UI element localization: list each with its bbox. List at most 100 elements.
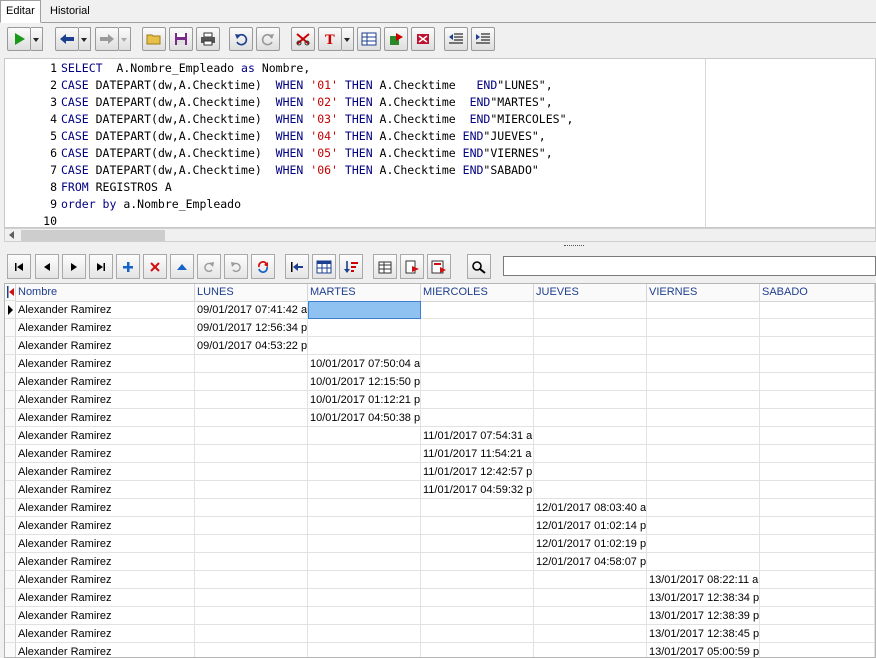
table-cell[interactable] [421, 517, 534, 535]
table-cell[interactable] [308, 571, 421, 589]
row-indicator[interactable] [5, 589, 16, 607]
table-cell[interactable]: Alexander Ramirez [16, 607, 195, 625]
table-cell[interactable] [760, 607, 875, 625]
table-cell[interactable] [421, 571, 534, 589]
run-button[interactable] [7, 27, 31, 51]
table-cell[interactable] [421, 589, 534, 607]
table-cell[interactable] [195, 499, 308, 517]
code-line[interactable]: order by a.Nombre_Empleado [61, 196, 241, 213]
scroll-left-icon[interactable] [9, 231, 14, 239]
code-line[interactable]: CASE DATEPART(dw,A.Checktime) WHEN '05' … [61, 145, 553, 162]
table-cell[interactable]: Alexander Ramirez [16, 301, 195, 319]
table-cell[interactable]: 11/01/2017 04:59:32 p [421, 481, 534, 499]
table-cell[interactable] [195, 463, 308, 481]
table-cell[interactable] [534, 391, 647, 409]
row-indicator[interactable] [5, 301, 16, 319]
row-indicator[interactable] [5, 553, 16, 571]
table-cell[interactable] [534, 625, 647, 643]
table-cell[interactable] [308, 589, 421, 607]
table-cell[interactable] [308, 517, 421, 535]
table-cell[interactable] [760, 625, 875, 643]
table-row[interactable]: Alexander Ramirez 12/01/2017 01:02:14 p [5, 517, 875, 535]
table-cell[interactable]: Alexander Ramirez [16, 517, 195, 535]
table-cell[interactable] [308, 427, 421, 445]
table-cell[interactable] [308, 625, 421, 643]
table-cell[interactable] [195, 427, 308, 445]
table-cell[interactable] [760, 427, 875, 445]
table-cell[interactable] [308, 607, 421, 625]
forward-button[interactable] [95, 27, 119, 51]
table-cell[interactable] [195, 535, 308, 553]
table-cell[interactable] [195, 391, 308, 409]
table-cell[interactable] [534, 463, 647, 481]
table-row[interactable]: Alexander Ramirez 13/01/2017 12:38:45 p [5, 625, 875, 643]
code-line[interactable]: CASE DATEPART(dw,A.Checktime) WHEN '01' … [61, 77, 553, 94]
sql-editor[interactable]: 1 2 3 4 5 6 7 8 9 10 SELECT A.Nombre_Empleado as … [4, 58, 876, 228]
table-cell[interactable]: 09/01/2017 12:56:34 p [195, 319, 308, 337]
code-line[interactable]: CASE DATEPART(dw,A.Checktime) WHEN '04' … [61, 128, 546, 145]
row-indicator[interactable] [5, 535, 16, 553]
table-cell[interactable] [760, 301, 875, 319]
prev-record-button[interactable] [35, 254, 59, 279]
table-row[interactable]: Alexander Ramirez 13/01/2017 12:38:39 p [5, 607, 875, 625]
back-dropdown[interactable] [79, 27, 91, 51]
table-cell[interactable] [760, 517, 875, 535]
table-cell[interactable] [647, 499, 760, 517]
table-cell[interactable] [647, 445, 760, 463]
table-cell[interactable]: 10/01/2017 04:50:38 p [308, 409, 421, 427]
table-row[interactable]: Alexander Ramirez 09/01/2017 12:56:34 p [5, 319, 875, 337]
row-indicator[interactable] [5, 445, 16, 463]
code-line[interactable]: SELECT A.Nombre_Empleado as Nombre, [61, 60, 310, 77]
table-cell[interactable] [421, 391, 534, 409]
table-cell[interactable]: 09/01/2017 04:53:22 p [195, 337, 308, 355]
table-cell[interactable] [760, 409, 875, 427]
column-header[interactable]: SABADO [760, 284, 875, 301]
code-line[interactable]: FROM REGISTROS A [61, 179, 172, 196]
table-cell[interactable] [421, 301, 534, 319]
tab-historial[interactable]: Historial [45, 1, 95, 21]
table-cell[interactable]: 11/01/2017 12:42:57 p [421, 463, 534, 481]
table-cell[interactable] [760, 355, 875, 373]
row-indicator[interactable] [5, 481, 16, 499]
table-row[interactable]: Alexander Ramirez 10/01/2017 04:50:38 p [5, 409, 875, 427]
table-cell[interactable] [308, 337, 421, 355]
table-cell[interactable] [421, 337, 534, 355]
first-record-button[interactable] [7, 254, 31, 279]
cancel-edit-button[interactable] [224, 254, 248, 279]
row-indicator[interactable] [5, 607, 16, 625]
row-indicator[interactable] [5, 409, 16, 427]
redo-button[interactable] [256, 27, 280, 51]
table-cell[interactable]: Alexander Ramirez [16, 481, 195, 499]
scrollbar-thumb[interactable] [21, 230, 165, 241]
table-cell[interactable]: 13/01/2017 05:00:59 p [647, 643, 760, 657]
table-row[interactable]: Alexander Ramirez 11/01/2017 04:59:32 p [5, 481, 875, 499]
save-button[interactable] [169, 27, 193, 51]
table-cell[interactable] [647, 355, 760, 373]
table-cell[interactable]: Alexander Ramirez [16, 319, 195, 337]
run-dropdown[interactable] [31, 27, 43, 51]
goto-first-column-button[interactable] [285, 254, 309, 279]
row-indicator[interactable] [5, 373, 16, 391]
table-cell[interactable] [195, 607, 308, 625]
table-cell[interactable] [534, 589, 647, 607]
table-cell[interactable] [308, 643, 421, 657]
copy-grid-button[interactable] [373, 254, 397, 279]
table-cell[interactable]: 11/01/2017 07:54:31 a [421, 427, 534, 445]
outdent-button[interactable] [444, 27, 468, 51]
table-cell[interactable] [195, 355, 308, 373]
table-row[interactable]: Alexander Ramirez 11/01/2017 12:42:57 p [5, 463, 875, 481]
table-cell[interactable]: 11/01/2017 11:54:21 a [421, 445, 534, 463]
table-cell[interactable] [647, 535, 760, 553]
code-line[interactable]: CASE DATEPART(dw,A.Checktime) WHEN '02' … [61, 94, 553, 111]
table-cell[interactable]: Alexander Ramirez [16, 409, 195, 427]
table-cell[interactable] [195, 409, 308, 427]
column-header[interactable]: MIERCOLES [421, 284, 534, 301]
table-cell[interactable]: Alexander Ramirez [16, 463, 195, 481]
table-cell[interactable]: Alexander Ramirez [16, 391, 195, 409]
column-header[interactable]: VIERNES [647, 284, 760, 301]
open-button[interactable] [142, 27, 166, 51]
table-row[interactable]: Alexander Ramirez 10/01/2017 07:50:04 a [5, 355, 875, 373]
table-cell[interactable]: 13/01/2017 12:38:34 p [647, 589, 760, 607]
forward-dropdown[interactable] [119, 27, 131, 51]
row-indicator[interactable] [5, 643, 16, 657]
